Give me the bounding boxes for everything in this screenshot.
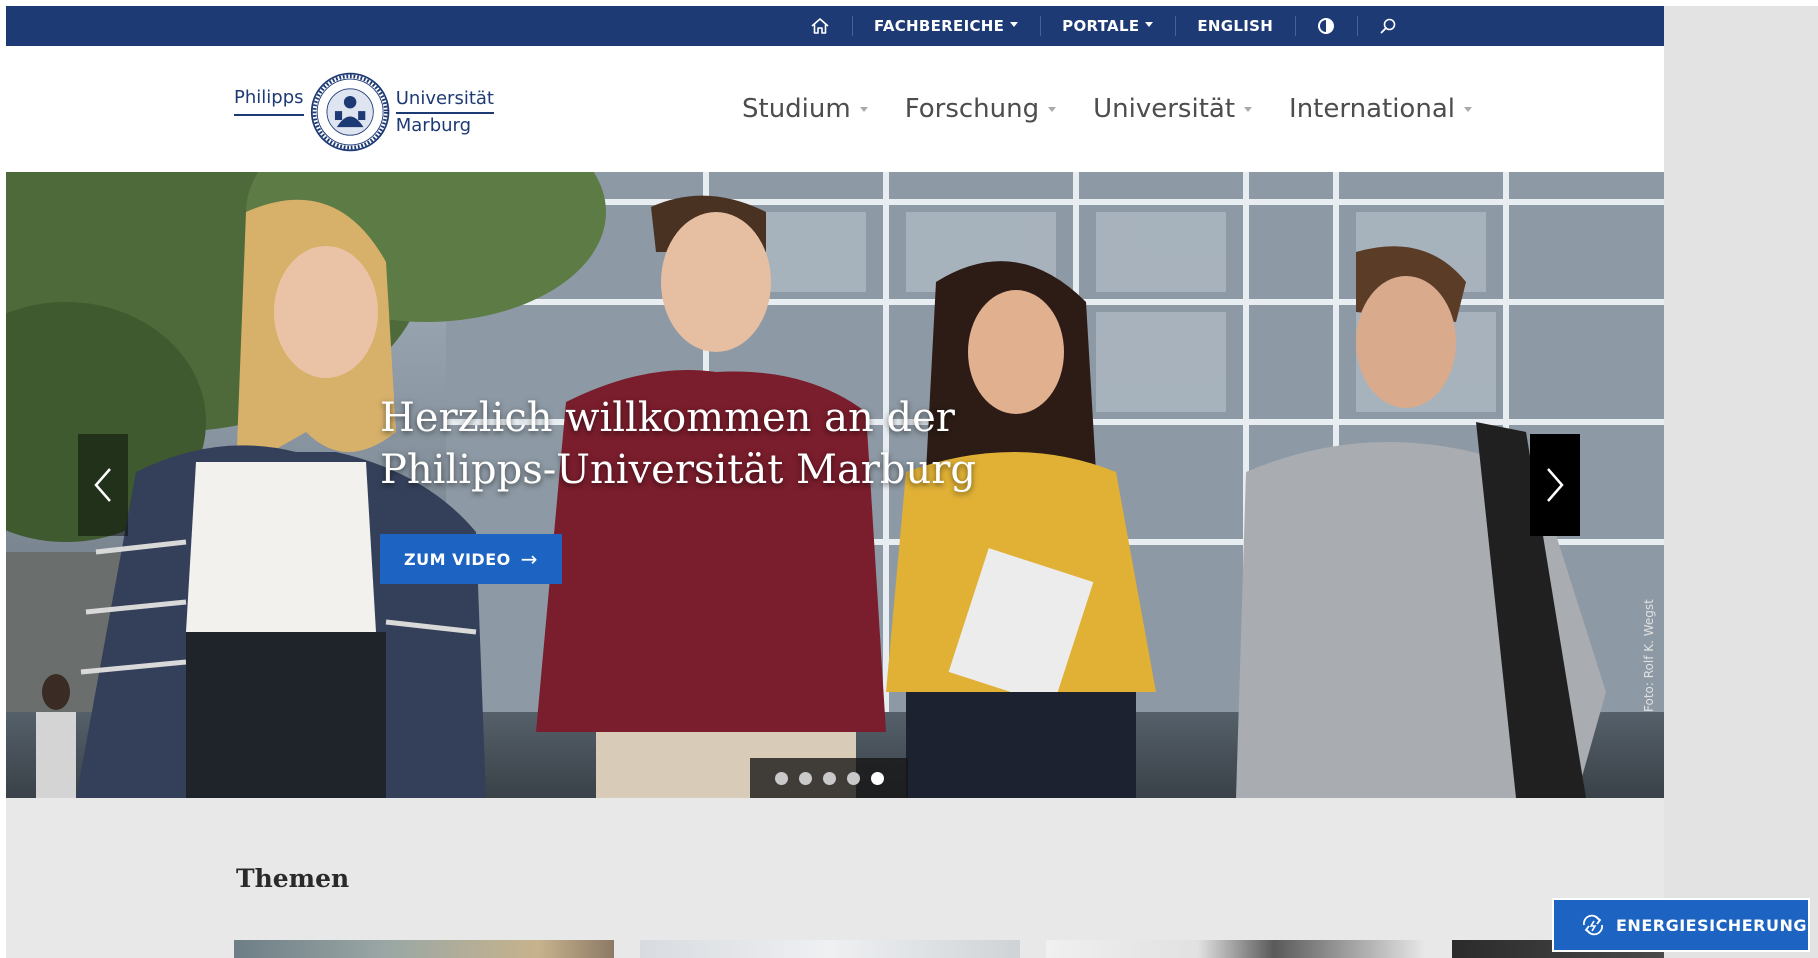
english-link[interactable]: ENGLISH (1175, 6, 1295, 46)
nav-international[interactable]: International (1289, 94, 1472, 124)
fachbereiche-label: FACHBEREICHE (874, 17, 1005, 35)
energiesicherung-label: ENERGIESICHERUNG (1616, 915, 1807, 935)
topic-card[interactable] (1046, 940, 1426, 958)
carousel-dot-2[interactable] (798, 771, 812, 785)
topic-card[interactable] (640, 940, 1020, 958)
page-gutter (1664, 6, 1818, 958)
carousel-prev-button[interactable] (78, 434, 128, 536)
carousel-pagination (750, 758, 908, 798)
university-seal-icon (310, 72, 389, 152)
themen-heading: Themen (236, 864, 350, 893)
photo-credit: Foto: Rolf K. Wegst (1642, 599, 1656, 712)
zum-video-label: ZUM VIDEO (404, 549, 511, 569)
portale-menu[interactable]: PORTALE (1040, 6, 1175, 46)
search-icon (1380, 18, 1396, 34)
chevron-down-icon (859, 106, 868, 112)
contrast-icon (1318, 18, 1335, 34)
energy-refresh-icon (1580, 914, 1606, 936)
nav-studium[interactable]: Studium (742, 94, 868, 124)
english-label: ENGLISH (1197, 17, 1274, 35)
nav-forschung[interactable]: Forschung (904, 94, 1057, 124)
browser-viewport: FACHBEREICHE PORTALE ENGLISH Philipps Un… (0, 0, 1818, 958)
energiesicherung-button[interactable]: ENERGIESICHERUNG (1552, 898, 1810, 952)
chevron-down-icon (1048, 106, 1057, 112)
topic-card[interactable] (234, 940, 614, 958)
nav-label: International (1289, 94, 1455, 124)
home-link[interactable] (788, 6, 852, 46)
logo-text-universitaet: Universität (395, 87, 494, 114)
carousel-next-button[interactable] (1530, 434, 1580, 536)
nav-label: Studium (742, 94, 851, 124)
nav-label: Universität (1093, 94, 1236, 124)
chevron-down-icon (1010, 21, 1019, 27)
logo-text-universitaet-marburg: Universität Marburg (395, 87, 494, 138)
nav-label: Forschung (904, 94, 1040, 124)
carousel-dot-3[interactable] (822, 771, 836, 785)
chevron-right-icon (1547, 468, 1564, 502)
university-website: FACHBEREICHE PORTALE ENGLISH Philipps Un… (6, 6, 1664, 958)
carousel-dot-5[interactable] (870, 771, 884, 785)
hero-carousel: Herzlich willkommen an der Philipps-Univ… (6, 172, 1664, 798)
hero-heading: Herzlich willkommen an der Philipps-Univ… (380, 395, 977, 493)
arrow-right-icon: → (520, 547, 538, 571)
site-header: Philipps Universität Marburg Studium For… (6, 46, 1664, 172)
main-navigation: Studium Forschung Universität Internatio… (742, 46, 1509, 172)
chevron-down-icon (1463, 106, 1472, 112)
search-button[interactable] (1357, 6, 1419, 46)
logo-text-marburg: Marburg (395, 114, 472, 136)
logo-text-philipps: Philipps (234, 87, 304, 116)
carousel-dot-1[interactable] (774, 771, 788, 785)
zum-video-button[interactable]: ZUM VIDEO → (380, 534, 562, 584)
portale-label: PORTALE (1062, 17, 1140, 35)
contrast-toggle[interactable] (1295, 6, 1357, 46)
home-icon (811, 18, 829, 34)
chevron-down-icon (1244, 106, 1253, 112)
carousel-dot-4[interactable] (846, 771, 860, 785)
utility-bar: FACHBEREICHE PORTALE ENGLISH (6, 6, 1664, 46)
chevron-down-icon (1145, 21, 1154, 27)
fachbereiche-menu[interactable]: FACHBEREICHE (852, 6, 1040, 46)
chevron-left-icon (94, 468, 111, 502)
university-logo[interactable]: Philipps Universität Marburg (234, 66, 494, 158)
nav-universitaet[interactable]: Universität (1093, 94, 1253, 124)
